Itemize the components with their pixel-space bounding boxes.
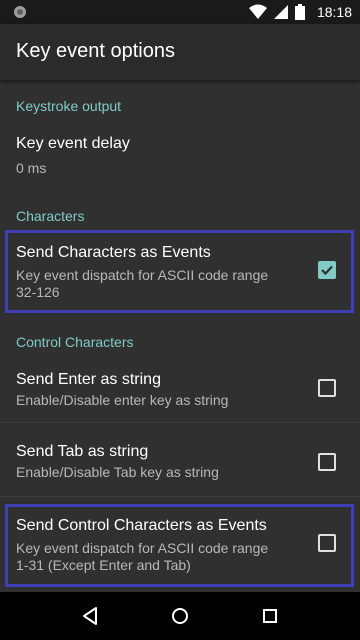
- pref-send-characters-as-events[interactable]: Send Characters as Events Key event disp…: [0, 230, 360, 314]
- section-header-control: Control Characters: [16, 334, 134, 350]
- back-icon[interactable]: [78, 604, 102, 628]
- divider: [0, 422, 360, 423]
- pref-title: Send Tab as string: [16, 443, 149, 460]
- checkbox-unchecked[interactable]: [318, 453, 336, 471]
- home-icon[interactable]: [168, 604, 192, 628]
- pref-key-event-delay[interactable]: Key event delay 0 ms: [0, 124, 360, 194]
- pref-summary-line2: 32-126: [16, 284, 60, 300]
- preferences-list: Keystroke output Key event delay 0 ms Ch…: [0, 80, 360, 592]
- pref-send-enter-as-string[interactable]: Send Enter as string Enable/Disable ente…: [0, 356, 360, 422]
- battery-icon: [294, 4, 305, 20]
- pref-summary-line1: Key event dispatch for ASCII code range: [16, 267, 269, 283]
- recents-icon[interactable]: [258, 604, 282, 628]
- pref-send-control-characters-as-events[interactable]: Send Control Characters as Events Key ev…: [0, 504, 360, 588]
- checkbox-unchecked[interactable]: [318, 379, 336, 397]
- pref-summary: Enable/Disable enter key as string: [16, 392, 229, 408]
- section-header-keystroke: Keystroke output: [16, 98, 122, 114]
- clock: 18:18: [316, 4, 352, 20]
- navigation-bar: [0, 592, 360, 640]
- status-bar: 18:18: [0, 0, 360, 24]
- pref-title: Key event delay: [16, 135, 130, 152]
- checkbox-checked[interactable]: [318, 261, 336, 279]
- wifi-icon: [248, 4, 267, 19]
- divider: [0, 496, 360, 497]
- pref-title: Send Control Characters as Events: [16, 517, 267, 534]
- pref-summary: 0 ms: [16, 160, 47, 176]
- notification-icon: [14, 6, 26, 18]
- pref-send-tab-as-string[interactable]: Send Tab as string Enable/Disable Tab ke…: [0, 426, 360, 496]
- pref-summary-line2: 1-31 (Except Enter and Tab): [16, 557, 191, 573]
- checkmark-icon: [321, 265, 333, 276]
- app-bar: Key event options: [0, 24, 360, 80]
- checkbox-unchecked[interactable]: [318, 534, 336, 552]
- section-header-characters: Characters: [16, 208, 85, 224]
- pref-title: Send Enter as string: [16, 371, 161, 388]
- page-title: Key event options: [16, 40, 175, 62]
- cell-signal-icon: [273, 5, 288, 19]
- pref-summary-line1: Key event dispatch for ASCII code range: [16, 540, 269, 556]
- pref-title: Send Characters as Events: [16, 244, 211, 261]
- pref-summary: Enable/Disable Tab key as string: [16, 464, 219, 480]
